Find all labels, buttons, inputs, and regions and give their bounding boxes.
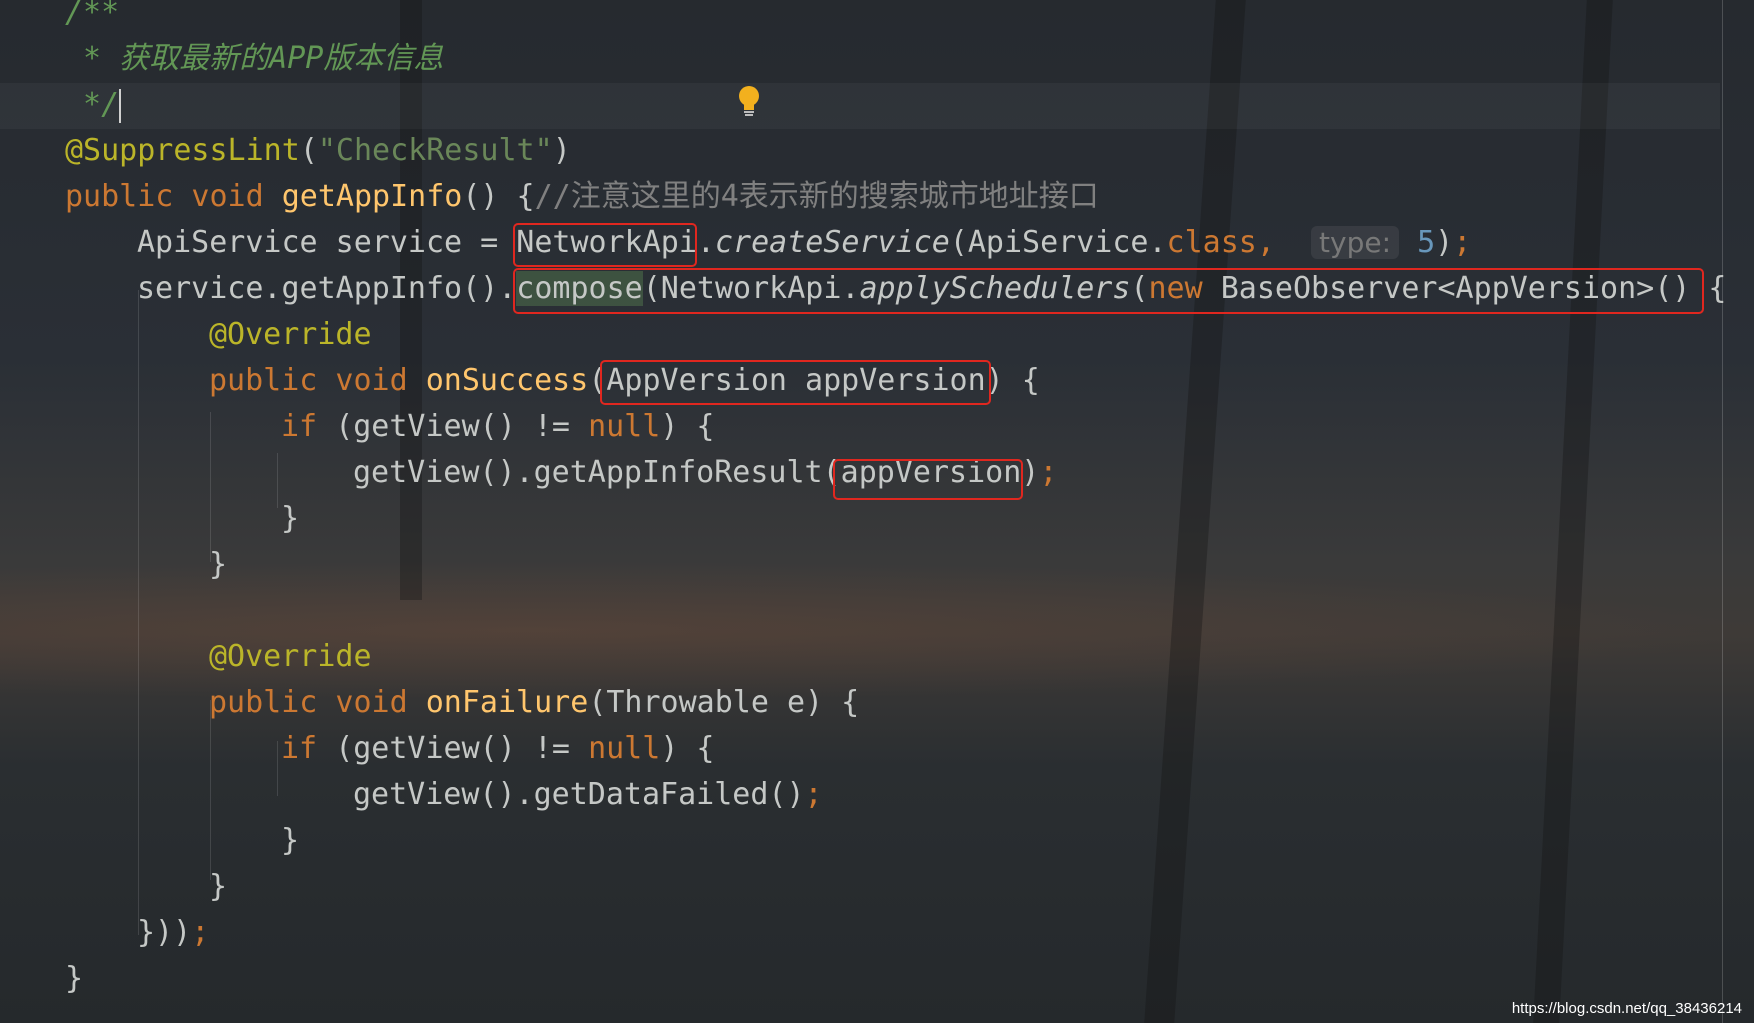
code-token: )	[552, 133, 571, 168]
code-token: null	[588, 409, 661, 444]
code-token: (ApiService.	[949, 225, 1167, 260]
indent-guide	[210, 412, 211, 562]
code-token: service.getAppInfo().	[137, 271, 517, 306]
code-token: onFailure	[425, 685, 589, 720]
code-line[interactable]: @Override	[209, 634, 372, 680]
indent-guide	[277, 453, 278, 508]
right-margin-guide	[1722, 0, 1723, 1023]
code-token: public void	[209, 363, 426, 398]
annotation-box-networkapi	[513, 223, 697, 267]
code-token: ;	[191, 915, 210, 950]
code-token: (	[299, 133, 318, 168]
code-line[interactable]: * 获取最新的APP版本信息	[65, 36, 443, 82]
code-token: */	[65, 87, 120, 122]
code-token: public void	[209, 685, 426, 720]
code-token: }	[209, 869, 228, 904]
code-token: * 获取最新的APP版本信息	[65, 41, 444, 76]
code-token: (getView() !=	[335, 731, 589, 766]
code-token: onSuccess	[425, 363, 589, 398]
code-token: }	[281, 501, 300, 536]
code-token: null	[588, 731, 661, 766]
code-token: if	[281, 731, 336, 766]
code-token: )	[1435, 225, 1454, 260]
code-token: getAppInfo	[281, 179, 463, 214]
code-line[interactable]: }	[281, 818, 299, 864]
code-line[interactable]: ApiService service = NetworkApi.createSe…	[137, 220, 1471, 266]
code-token: ,	[1256, 225, 1312, 260]
annotation-box-param	[600, 360, 991, 405]
code-token: ) {	[660, 409, 715, 444]
indent-guide	[277, 741, 278, 796]
code-line[interactable]: public void onFailure(Throwable e) {	[209, 680, 859, 726]
annotation-box-compose	[513, 268, 1704, 314]
code-token: 5	[1399, 225, 1436, 260]
code-line[interactable]: @SuppressLint("CheckResult")	[65, 128, 571, 174]
code-token: @Override	[209, 317, 372, 352]
code-token: @SuppressLint	[65, 133, 300, 168]
code-token: ;	[1039, 455, 1058, 490]
lightbulb-icon[interactable]	[735, 84, 763, 118]
code-line[interactable]: */	[65, 82, 122, 128]
annotation-box-arg	[833, 459, 1023, 500]
text-caret	[119, 88, 122, 123]
code-line[interactable]: }	[209, 542, 227, 588]
code-token: createService	[714, 225, 950, 260]
code-line[interactable]: @Override	[209, 312, 372, 358]
code-token: }	[209, 547, 228, 582]
code-token: ) {	[660, 731, 715, 766]
indent-guide	[138, 290, 139, 935]
code-line[interactable]: }	[209, 864, 227, 910]
code-token: @Override	[209, 639, 372, 674]
code-line[interactable]: }));	[137, 910, 209, 956]
code-line[interactable]: if (getView() != null) {	[281, 404, 715, 450]
code-token: ;	[804, 777, 823, 812]
current-line-highlight	[0, 83, 1720, 129]
background-pole	[1533, 0, 1613, 1023]
code-token: class	[1166, 225, 1257, 260]
code-token: "CheckResult"	[317, 133, 553, 168]
code-line[interactable]: /**	[65, 0, 119, 36]
code-line[interactable]: if (getView() != null) {	[281, 726, 715, 772]
watermark: https://blog.csdn.net/qq_38436214	[1511, 1000, 1742, 1017]
code-token: getView().getDataFailed()	[353, 777, 805, 812]
code-token: }))	[137, 915, 192, 950]
code-token: /**	[65, 0, 120, 30]
code-token: () {	[462, 179, 535, 214]
code-line[interactable]: }	[281, 496, 299, 542]
background-pole	[1144, 0, 1246, 1023]
indent-guide	[210, 700, 211, 880]
code-token: }	[65, 961, 84, 996]
code-line[interactable]: }	[65, 956, 83, 1002]
code-token: (getView() !=	[335, 409, 589, 444]
code-token: type:	[1311, 226, 1400, 259]
code-token: }	[281, 823, 300, 858]
code-token: ;	[1453, 225, 1472, 260]
code-line[interactable]: getView().getDataFailed();	[353, 772, 823, 818]
code-line[interactable]: public void getAppInfo() {//注意这里的4表示新的搜索…	[65, 174, 1099, 220]
code-token: if	[281, 409, 336, 444]
code-token: (Throwable e) {	[588, 685, 860, 720]
code-token: //注意这里的4表示新的搜索城市地址接口	[534, 179, 1099, 214]
code-token: public void	[65, 179, 282, 214]
